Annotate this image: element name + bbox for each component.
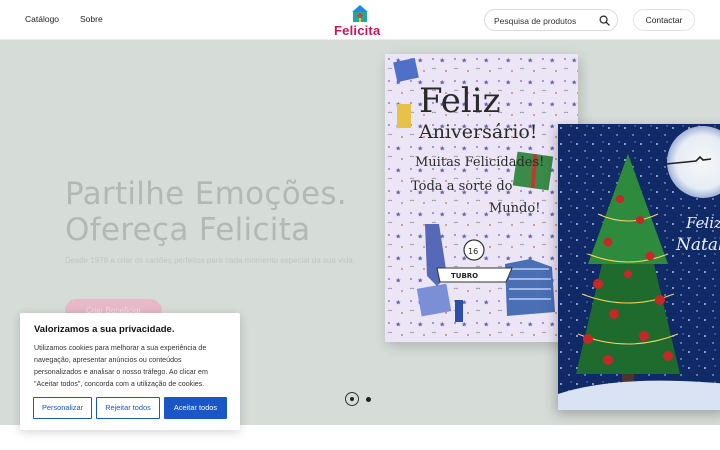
birthday-card-image: 16 TUBRO Feliz Aniversário! Muitas Felic… <box>385 54 578 342</box>
christmas-card-illustration: Feliz Natal <box>558 124 720 410</box>
hero-title: Partilhe Emoções. Ofereça Felicita <box>65 176 347 248</box>
nav-link-about[interactable]: Sobre <box>80 14 103 24</box>
card2-line-2: Natal <box>675 235 720 255</box>
card1-line-3: Muitas Felicidades! <box>415 155 544 170</box>
contact-button[interactable]: Contactar <box>633 9 695 31</box>
search-input[interactable] <box>494 14 599 27</box>
nav-link-catalog[interactable]: Catálogo <box>25 14 59 24</box>
site-header: Catálogo Sobre Felicita Contactar <box>0 0 720 40</box>
cookie-reject-button[interactable]: Rejeitar todos <box>96 397 160 419</box>
card1-line-2: Aniversário! <box>418 121 537 143</box>
cookie-customize-button[interactable]: Personalizar <box>33 397 92 419</box>
card1-shirt-label: TUBRO <box>451 272 478 280</box>
card1-line-1: Feliz <box>419 81 501 121</box>
search-box[interactable] <box>484 9 618 31</box>
carousel-dot-1[interactable] <box>345 392 359 406</box>
card2-line-1: Feliz <box>685 214 720 232</box>
card1-line-4: Toda a sorte do <box>411 179 513 194</box>
birthday-card-illustration: 16 TUBRO Feliz Aniversário! Muitas Felic… <box>385 54 578 342</box>
cookie-text: Utilizamos cookies para melhorar a sua e… <box>34 344 208 388</box>
logo-text: Felicita <box>334 23 381 38</box>
cookie-consent-banner: Valorizamos a sua privacidade. Utilizamo… <box>20 313 240 430</box>
hero-title-line-1: Partilhe Emoções. <box>65 176 347 212</box>
cookie-title: Valorizamos a sua privacidade. <box>34 324 175 335</box>
card1-tag-number: 16 <box>468 247 478 256</box>
card1-line-5: Mundo! <box>489 201 540 216</box>
hero-title-line-2: Ofereça Felicita <box>65 212 311 248</box>
logo-house-icon <box>352 5 368 22</box>
search-icon[interactable] <box>599 15 610 26</box>
hero-subtitle: Desde 1978 a criar os cartões perfeitos … <box>65 256 355 265</box>
christmas-card-image: Feliz Natal <box>558 124 720 410</box>
site-logo[interactable]: Felicita <box>332 4 388 38</box>
cookie-accept-button[interactable]: Aceitar todos <box>164 397 227 419</box>
carousel-dot-2[interactable] <box>366 397 371 402</box>
